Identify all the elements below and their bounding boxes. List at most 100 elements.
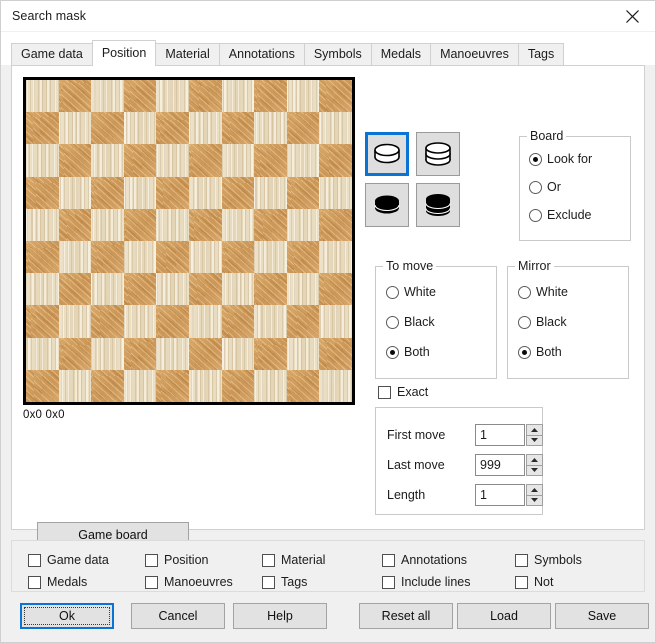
board-square[interactable]: [91, 369, 124, 402]
length-input[interactable]: [475, 484, 525, 506]
checkbox-position[interactable]: Position: [145, 553, 262, 567]
board-square[interactable]: [123, 369, 157, 402]
board-square[interactable]: [286, 80, 320, 113]
radio-mirror-black[interactable]: Black: [518, 315, 567, 329]
checkbox-tags[interactable]: Tags: [262, 575, 382, 589]
last-move-input[interactable]: [475, 454, 525, 476]
tab-annotations[interactable]: Annotations: [218, 43, 305, 65]
board-square[interactable]: [91, 305, 124, 338]
checkbox-annotations[interactable]: Annotations: [382, 553, 515, 567]
board-square[interactable]: [319, 273, 352, 306]
board-square[interactable]: [156, 176, 189, 209]
board-square[interactable]: [286, 176, 320, 209]
board-square[interactable]: [221, 208, 255, 241]
board-square[interactable]: [254, 337, 287, 370]
board-square[interactable]: [221, 273, 255, 306]
board-square[interactable]: [26, 241, 59, 274]
board-square[interactable]: [91, 337, 124, 370]
board-square[interactable]: [156, 80, 189, 113]
board-square[interactable]: [58, 273, 92, 306]
stepper-up-icon[interactable]: [526, 424, 543, 436]
board-square[interactable]: [123, 273, 157, 306]
board-square[interactable]: [26, 80, 59, 113]
board-square[interactable]: [156, 241, 189, 274]
board-square[interactable]: [188, 337, 222, 370]
board-square[interactable]: [58, 369, 92, 402]
board-square[interactable]: [188, 305, 222, 338]
board-square[interactable]: [188, 208, 222, 241]
black-man-piece[interactable]: [365, 183, 409, 227]
help-button[interactable]: Help: [233, 603, 327, 629]
board-square[interactable]: [221, 176, 255, 209]
radio-mirror-both[interactable]: Both: [518, 345, 562, 359]
board-square[interactable]: [26, 305, 59, 338]
tab-game-data[interactable]: Game data: [11, 43, 93, 65]
board-square[interactable]: [123, 305, 157, 338]
board-square[interactable]: [91, 144, 124, 177]
checkbox-game-data[interactable]: Game data: [28, 553, 145, 567]
radio-to-move-both[interactable]: Both: [386, 345, 430, 359]
board-square[interactable]: [58, 144, 92, 177]
board-square[interactable]: [58, 80, 92, 113]
board-square[interactable]: [286, 208, 320, 241]
board-square[interactable]: [156, 305, 189, 338]
board-square[interactable]: [91, 208, 124, 241]
radio-mirror-white[interactable]: White: [518, 285, 568, 299]
board-square[interactable]: [254, 241, 287, 274]
board-square[interactable]: [286, 369, 320, 402]
save-button[interactable]: Save: [555, 603, 649, 629]
board-square[interactable]: [319, 305, 352, 338]
board-square[interactable]: [254, 369, 287, 402]
board-square[interactable]: [221, 305, 255, 338]
draughts-board[interactable]: [23, 77, 355, 405]
stepper-down-icon[interactable]: [526, 465, 543, 476]
board-square[interactable]: [156, 144, 189, 177]
radio-to-move-black[interactable]: Black: [386, 315, 435, 329]
board-square[interactable]: [91, 176, 124, 209]
board-square[interactable]: [319, 208, 352, 241]
stepper-up-icon[interactable]: [526, 484, 543, 496]
board-square[interactable]: [188, 176, 222, 209]
board-square[interactable]: [254, 208, 287, 241]
board-square[interactable]: [286, 112, 320, 145]
black-king-piece[interactable]: [416, 183, 460, 227]
board-square[interactable]: [123, 144, 157, 177]
last-move-stepper[interactable]: [526, 454, 543, 476]
board-square[interactable]: [254, 305, 287, 338]
white-king-piece[interactable]: [416, 132, 460, 176]
board-square[interactable]: [286, 144, 320, 177]
board-square[interactable]: [58, 241, 92, 274]
board-square[interactable]: [254, 144, 287, 177]
board-square[interactable]: [221, 337, 255, 370]
board-square[interactable]: [286, 305, 320, 338]
board-square[interactable]: [188, 80, 222, 113]
checkbox-medals[interactable]: Medals: [28, 575, 145, 589]
radio-to-move-white[interactable]: White: [386, 285, 436, 299]
board-square[interactable]: [254, 176, 287, 209]
board-square[interactable]: [26, 337, 59, 370]
board-square[interactable]: [156, 337, 189, 370]
board-square[interactable]: [221, 144, 255, 177]
board-square[interactable]: [156, 208, 189, 241]
radio-board-exclude[interactable]: Exclude: [529, 208, 591, 222]
tab-tags[interactable]: Tags: [517, 43, 565, 65]
length-stepper[interactable]: [526, 484, 543, 506]
cancel-button[interactable]: Cancel: [131, 603, 225, 629]
board-square[interactable]: [221, 80, 255, 113]
board-square[interactable]: [319, 80, 352, 113]
checkbox-symbols[interactable]: Symbols: [515, 553, 634, 567]
white-man-piece[interactable]: [365, 132, 409, 176]
board-square[interactable]: [26, 144, 59, 177]
board-square[interactable]: [26, 369, 59, 402]
board-square[interactable]: [26, 208, 59, 241]
board-square[interactable]: [123, 80, 157, 113]
checkbox-not[interactable]: Not: [515, 575, 634, 589]
board-square[interactable]: [319, 369, 352, 402]
board-square[interactable]: [58, 112, 92, 145]
radio-board-or[interactable]: Or: [529, 180, 561, 194]
stepper-down-icon[interactable]: [526, 495, 543, 506]
checkbox-manoeuvres[interactable]: Manoeuvres: [145, 575, 262, 589]
board-square[interactable]: [254, 80, 287, 113]
reset-all-button[interactable]: Reset all: [359, 603, 453, 629]
tab-position[interactable]: Position: [91, 40, 157, 66]
